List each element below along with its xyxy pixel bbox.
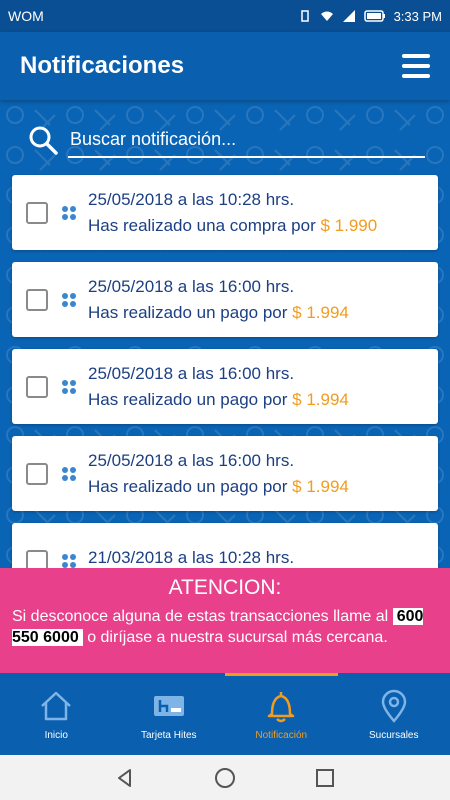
notification-message: Has realizado un pago por — [88, 389, 288, 409]
notification-item[interactable]: 25/05/2018 a las 16:00 hrs. Has realizad… — [12, 436, 438, 511]
app-bar: Notificaciones — [0, 32, 450, 100]
nav-item-sucursales[interactable]: Sucursales — [338, 673, 450, 755]
dots-icon — [62, 466, 76, 481]
nav-label-sucursales: Sucursales — [369, 729, 419, 741]
nav-item-notificacion[interactable]: Notificación — [225, 673, 338, 755]
card-icon — [153, 695, 184, 716]
home-icon — [41, 691, 72, 720]
notification-message-line: Has realizado una compra por $ 1.990 — [88, 216, 377, 236]
nav-label-tarjeta: Tarjeta Hites — [140, 729, 197, 741]
dots-icon — [62, 379, 76, 394]
dots-icon — [62, 205, 76, 220]
nav-label-notificacion: Notificación — [255, 729, 308, 741]
notification-date: 21/03/2018 a las 10:28 hrs. — [88, 547, 295, 567]
notification-message-line: Has realizado un pago por $ 1.994 — [88, 477, 349, 497]
dots-icon — [62, 553, 76, 568]
wifi-icon — [320, 11, 333, 21]
page-title: Notificaciones — [20, 52, 185, 79]
vibrate-icon — [300, 10, 309, 22]
notification-amount: $ 1.994 — [292, 389, 349, 409]
notification-list: 25/05/2018 a las 10:28 hrs. Has realizad… — [12, 175, 438, 610]
alert-text-start: Si desconoce alguna de estas transaccion… — [12, 608, 389, 625]
attention-banner: ATENCION: Si desconoce alguna de estas t… — [0, 568, 450, 673]
nav-label-inicio: Inicio — [44, 729, 68, 741]
notification-amount: $ 1.994 — [292, 302, 349, 322]
notification-amount: $ 1.990 — [320, 215, 378, 235]
search-icon[interactable] — [28, 125, 58, 155]
home-circle-icon[interactable] — [214, 767, 236, 789]
notification-date: 25/05/2018 a las 16:00 hrs. — [88, 450, 295, 470]
back-icon[interactable] — [114, 767, 136, 789]
recents-icon[interactable] — [314, 767, 336, 789]
notification-item[interactable]: 25/05/2018 a las 16:00 hrs. Has realizad… — [12, 262, 438, 337]
nav-item-inicio[interactable]: Inicio — [0, 673, 113, 755]
notification-amount: $ 1.994 — [292, 476, 349, 496]
notification-checkbox[interactable] — [26, 201, 48, 224]
signal-icon — [342, 10, 355, 22]
bell-icon — [268, 691, 295, 722]
notification-date: 25/05/2018 a las 10:28 hrs. — [88, 189, 295, 209]
system-navigation-bar — [0, 755, 450, 800]
hamburger-menu-icon[interactable] — [402, 54, 430, 78]
search-input[interactable] — [68, 122, 425, 158]
notification-message: Has realizado una compra por — [88, 215, 316, 235]
status-bar: WOM 3:33 PM — [0, 0, 450, 32]
bottom-navigation: Inicio Tarjeta Hites Notificación Sucurs… — [0, 673, 450, 755]
carrier-label: WOM — [8, 8, 44, 24]
search-bar — [28, 120, 425, 160]
notification-date: 25/05/2018 a las 16:00 hrs. — [88, 363, 295, 383]
status-icons: 3:33 PM — [298, 9, 442, 24]
location-pin-icon — [381, 689, 407, 723]
notification-date: 25/05/2018 a las 16:00 hrs. — [88, 276, 295, 296]
alert-body: Si desconoce alguna de estas transaccion… — [12, 606, 438, 648]
notification-checkbox[interactable] — [26, 462, 48, 485]
notification-checkbox[interactable] — [26, 375, 48, 398]
notification-checkbox[interactable] — [26, 288, 48, 311]
dots-icon — [62, 292, 76, 307]
notification-message-line: Has realizado un pago por $ 1.994 — [88, 303, 349, 323]
nav-item-tarjeta-hites[interactable]: Tarjeta Hites — [113, 673, 226, 755]
notification-message: Has realizado un pago por — [88, 476, 288, 496]
battery-icon — [363, 10, 385, 22]
status-time: 3:33 PM — [393, 8, 442, 24]
notification-item[interactable]: 25/05/2018 a las 16:00 hrs. Has realizad… — [12, 349, 438, 424]
notification-item[interactable]: 25/05/2018 a las 10:28 hrs. Has realizad… — [12, 175, 438, 250]
alert-title: ATENCION: — [168, 576, 282, 599]
notification-message: Has realizado un pago por — [88, 302, 288, 322]
alert-text-end: o diríjase a nuestra sucursal más cercan… — [87, 629, 388, 646]
notification-message-line: Has realizado un pago por $ 1.994 — [88, 390, 349, 410]
